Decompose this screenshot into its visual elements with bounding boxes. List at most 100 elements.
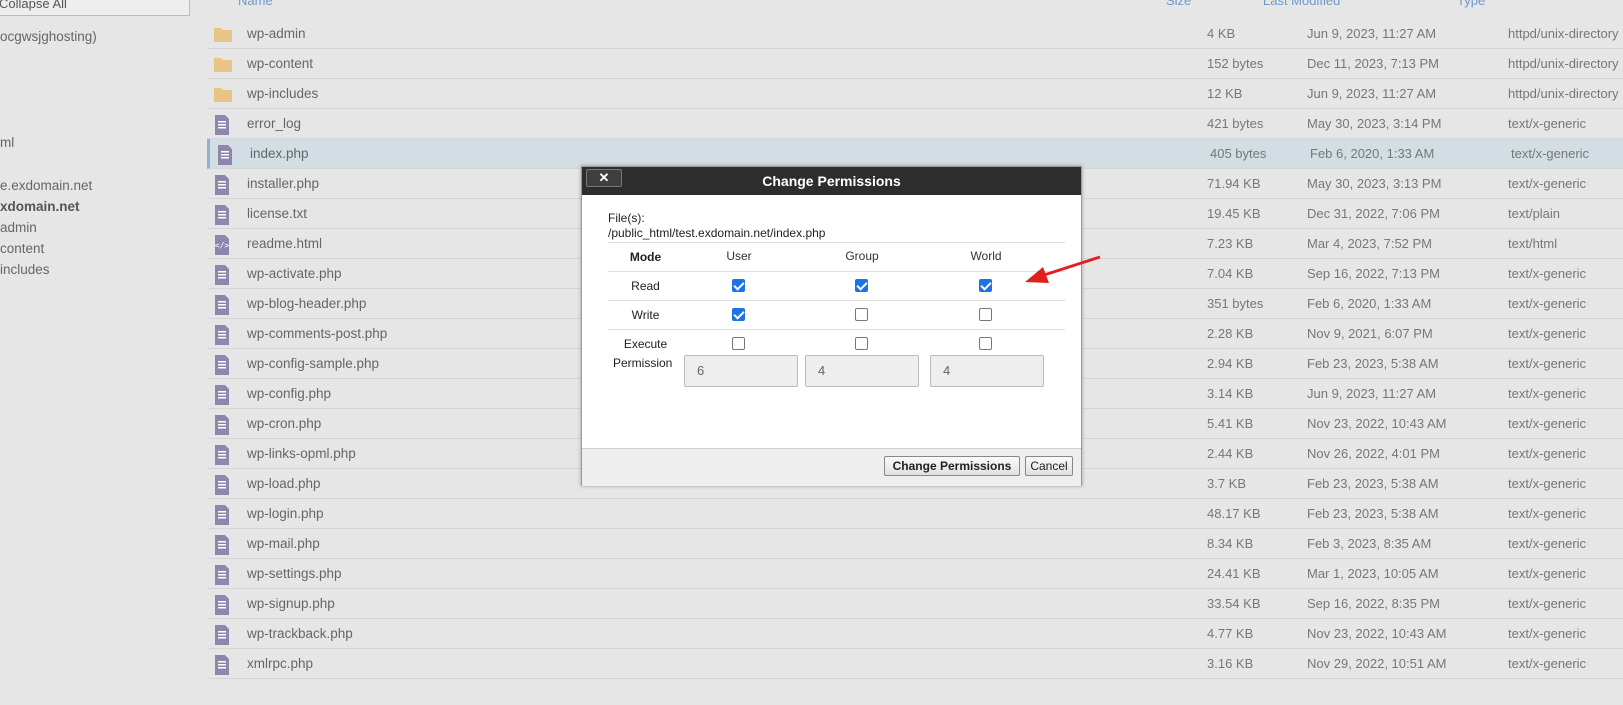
file-type: text/x-generic (1508, 326, 1587, 341)
permission-row-label: Write (631, 308, 660, 322)
file-name[interactable]: wp-mail.php (247, 536, 320, 551)
permission-group-value[interactable]: 4 (805, 355, 919, 387)
file-name[interactable]: wp-trackback.php (247, 626, 353, 641)
file-name[interactable]: installer.php (247, 176, 319, 191)
close-icon[interactable]: ✕ (586, 169, 622, 187)
file-icon (213, 325, 231, 345)
file-name[interactable]: wp-activate.php (247, 266, 342, 281)
table-row[interactable]: wp-trackback.php 4.77 KB Nov 23, 2022, 10:… (207, 619, 1623, 649)
file-icon (213, 175, 231, 195)
file-modified: Dec 31, 2022, 7:06 PM (1307, 206, 1440, 221)
tree-item[interactable]: admin (0, 220, 37, 235)
file-size: 33.54 KB (1207, 596, 1261, 611)
change-permissions-dialog: ✕ Change Permissions File(s): /public_ht… (581, 166, 1082, 486)
file-name[interactable]: wp-blog-header.php (247, 296, 366, 311)
file-type: text/x-generic (1508, 296, 1587, 311)
tree-item[interactable]: e.exdomain.net (0, 178, 92, 193)
file-icon (213, 475, 231, 495)
folder-icon (213, 85, 232, 103)
table-row[interactable]: wp-admin 4 KB Jun 9, 2023, 11:27 AM httpd/u… (207, 19, 1623, 49)
file-type: text/x-generic (1508, 476, 1587, 491)
permission-row-execute: Execute (608, 329, 1065, 358)
file-name[interactable]: error_log (247, 116, 301, 131)
file-name[interactable]: wp-settings.php (247, 566, 342, 581)
write-world-checkbox[interactable] (979, 308, 992, 321)
tree-item[interactable]: content (0, 241, 44, 256)
change-permissions-button[interactable]: Change Permissions (884, 456, 1020, 476)
file-type: text/x-generic (1508, 596, 1587, 611)
file-modified: Sep 16, 2022, 7:13 PM (1307, 266, 1440, 281)
file-type: text/x-generic (1508, 656, 1587, 671)
table-row[interactable]: wp-mail.php 8.34 KB Feb 3, 2023, 8:35 AM te… (207, 529, 1623, 559)
write-group-checkbox[interactable] (855, 308, 868, 321)
file-size: 4 KB (1207, 26, 1236, 41)
file-name[interactable]: wp-includes (247, 86, 318, 101)
column-header-name[interactable]: Name (238, 0, 273, 8)
file-name[interactable]: readme.html (247, 236, 322, 251)
column-header-size[interactable]: Size (1166, 0, 1191, 8)
column-header-type[interactable]: Type (1457, 0, 1485, 8)
column-world: World (970, 249, 1002, 263)
table-row[interactable]: wp-includes 12 KB Jun 9, 2023, 11:27 AM htt… (207, 79, 1623, 109)
permission-row-label: Read (631, 279, 660, 293)
file-type: text/x-generic (1511, 146, 1590, 161)
table-row[interactable]: index.php 405 bytes Feb 6, 2020, 1:33 AM te… (207, 139, 1623, 169)
table-row[interactable]: xmlrpc.php 3.16 KB Nov 29, 2022, 10:51 AM t… (207, 649, 1623, 679)
file-size: 24.41 KB (1207, 566, 1261, 581)
tree-item[interactable]: xdomain.net (0, 199, 80, 214)
mode-label: Mode (629, 250, 662, 264)
file-modified: Jun 9, 2023, 11:27 AM (1307, 86, 1437, 101)
tree-item[interactable]: ocgwsjghosting) (0, 29, 97, 44)
file-size: 351 bytes (1207, 296, 1264, 311)
column-header-last-modified[interactable]: Last Modified (1263, 0, 1340, 8)
file-size: 19.45 KB (1207, 206, 1261, 221)
file-modified: Nov 29, 2022, 10:51 AM (1307, 656, 1447, 671)
file-size: 71.94 KB (1207, 176, 1261, 191)
file-modified: Nov 9, 2021, 6:07 PM (1307, 326, 1433, 341)
read-group-checkbox[interactable] (855, 279, 868, 292)
file-name[interactable]: xmlrpc.php (247, 656, 313, 671)
table-row[interactable]: wp-signup.php 33.54 KB Sep 16, 2022, 8:35 … (207, 589, 1623, 619)
file-size: 421 bytes (1207, 116, 1264, 131)
dialog-footer: Change Permissions Cancel (582, 448, 1081, 486)
table-row[interactable]: wp-content 152 bytes Dec 11, 2023, 7:13 PM… (207, 49, 1623, 79)
file-icon (213, 115, 231, 135)
permission-row-write: Write (608, 300, 1065, 329)
tree-item[interactable]: ml (0, 135, 14, 150)
permission-user-value[interactable]: 6 (684, 355, 798, 387)
execute-world-checkbox[interactable] (979, 337, 992, 350)
file-name[interactable]: license.txt (247, 206, 307, 221)
file-name[interactable]: wp-links-opml.php (247, 446, 356, 461)
file-size: 48.17 KB (1207, 506, 1261, 521)
write-user-checkbox[interactable] (732, 308, 745, 321)
file-name[interactable]: wp-signup.php (247, 596, 335, 611)
execute-group-checkbox[interactable] (855, 337, 868, 350)
file-name[interactable]: index.php (250, 146, 309, 161)
permission-world-value[interactable]: 4 (930, 355, 1044, 387)
file-type: text/x-generic (1508, 566, 1587, 581)
file-size: 3.14 KB (1207, 386, 1254, 401)
column-user: User (726, 249, 752, 263)
file-name[interactable]: wp-content (247, 56, 313, 71)
collapse-all-button[interactable]: Collapse All (0, 0, 190, 16)
file-name[interactable]: wp-admin (247, 26, 306, 41)
file-name[interactable]: wp-load.php (247, 476, 321, 491)
file-icon (213, 385, 231, 405)
read-world-checkbox[interactable] (979, 279, 992, 292)
file-name[interactable]: wp-login.php (247, 506, 324, 521)
table-row[interactable]: wp-login.php 48.17 KB Feb 23, 2023, 5:38 A… (207, 499, 1623, 529)
file-modified: Nov 23, 2022, 10:43 AM (1307, 416, 1447, 431)
file-name[interactable]: wp-comments-post.php (247, 326, 387, 341)
cancel-button[interactable]: Cancel (1025, 456, 1073, 476)
tree-item[interactable]: includes (0, 262, 50, 277)
permission-label: Permission (613, 356, 673, 370)
table-row[interactable]: wp-settings.php 24.41 KB Mar 1, 2023, 10:0… (207, 559, 1623, 589)
execute-user-checkbox[interactable] (732, 337, 745, 350)
file-name[interactable]: wp-config-sample.php (247, 356, 379, 371)
file-name[interactable]: wp-config.php (247, 386, 331, 401)
table-row[interactable]: error_log 421 bytes May 30, 2023, 3:14 PM t… (207, 109, 1623, 139)
file-name[interactable]: wp-cron.php (247, 416, 321, 431)
read-user-checkbox[interactable] (732, 279, 745, 292)
permissions-table: Mode User Group World Read Write Execute (608, 242, 1065, 358)
file-type: text/x-generic (1508, 506, 1587, 521)
